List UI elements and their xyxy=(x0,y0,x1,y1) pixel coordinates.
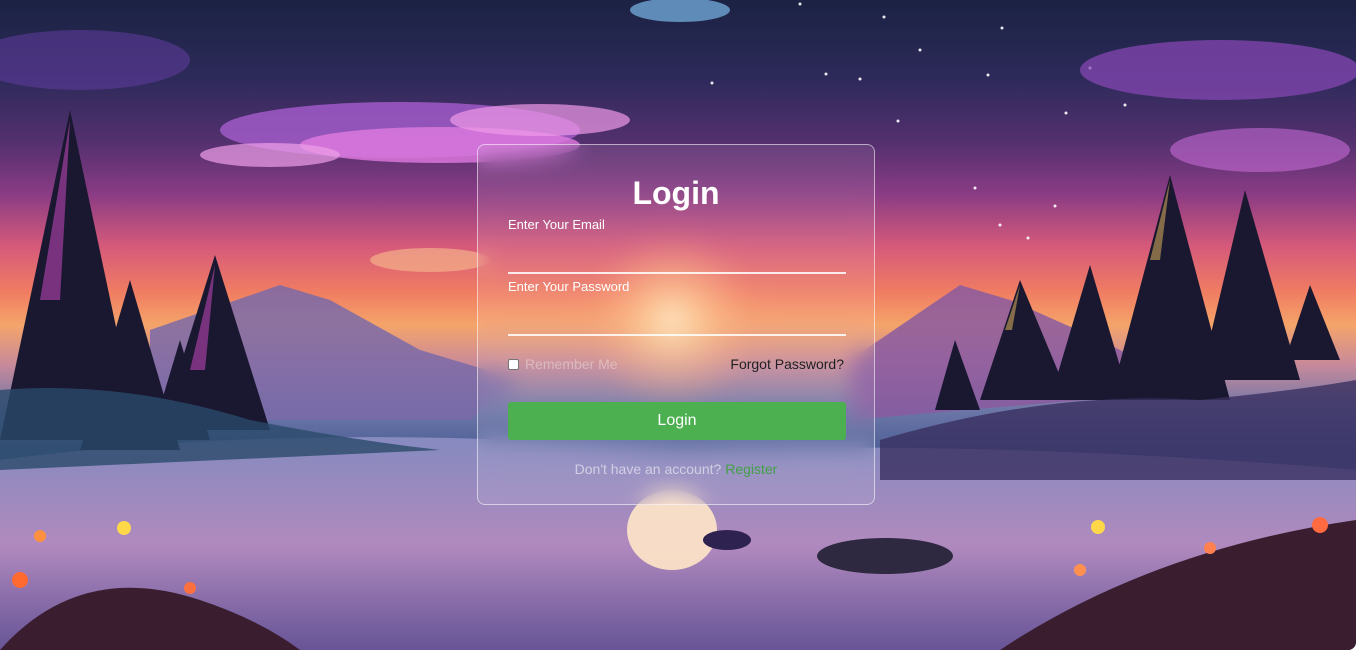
login-button[interactable]: Login xyxy=(508,402,846,440)
password-field[interactable] xyxy=(508,309,846,333)
rock xyxy=(817,538,953,574)
trees-right xyxy=(935,175,1340,410)
login-card: Login Enter Your Email Enter Your Passwo… xyxy=(477,144,875,505)
email-field[interactable] xyxy=(508,247,846,271)
page-background: Login Enter Your Email Enter Your Passwo… xyxy=(0,0,1356,650)
register-prompt: Don't have an account? xyxy=(574,461,722,477)
login-title: Login xyxy=(632,175,720,211)
remember-me-label: Remember Me xyxy=(525,356,618,372)
register-link[interactable]: Register xyxy=(725,461,777,477)
password-underline xyxy=(508,334,846,336)
register-row: Don't have an account? Register xyxy=(478,461,874,477)
password-label: Enter Your Password xyxy=(508,279,630,294)
email-label: Enter Your Email xyxy=(508,217,605,232)
rock-small xyxy=(703,530,751,550)
forgot-password-link[interactable]: Forgot Password? xyxy=(730,356,844,372)
email-underline xyxy=(508,272,846,274)
remember-me: Remember Me xyxy=(508,356,618,372)
remember-me-checkbox[interactable] xyxy=(508,358,519,370)
